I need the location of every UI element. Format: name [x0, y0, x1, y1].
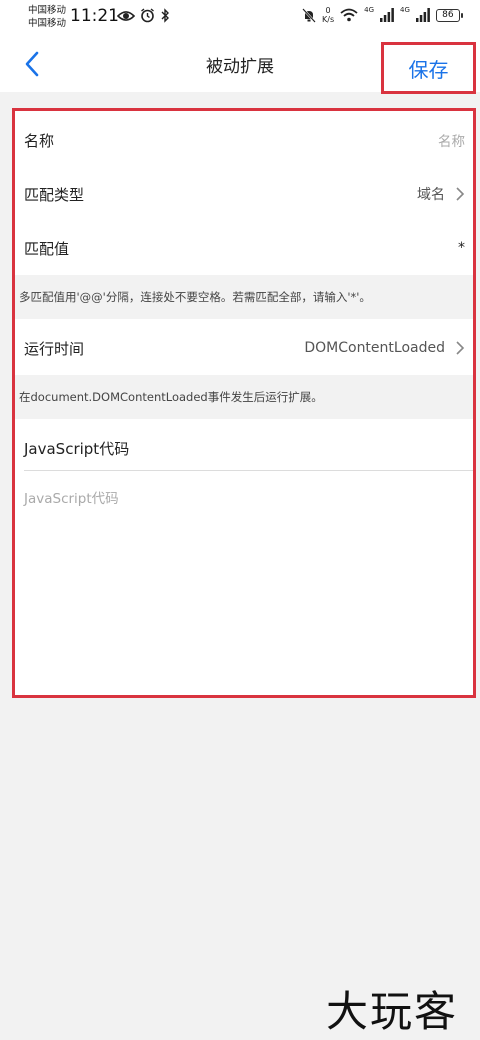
carrier-2: 中国移动	[28, 18, 67, 29]
wifi-icon	[340, 8, 358, 22]
eye-icon	[117, 10, 135, 21]
name-row[interactable]: 名称 名称	[15, 113, 473, 167]
status-right-icons: 0 K/s 4G 4G 86	[302, 6, 463, 24]
match-type-row[interactable]: 匹配类型 域名	[15, 167, 473, 221]
code-label: JavaScript代码	[24, 439, 130, 458]
match-type-value: 域名	[417, 187, 445, 203]
code-divider	[24, 470, 473, 471]
bell-off-icon	[302, 7, 316, 23]
run-at-row[interactable]: 运行时间 DOMContentLoaded	[15, 321, 473, 375]
signal-icon	[380, 8, 394, 22]
code-header-row: JavaScript代码	[15, 421, 473, 475]
net-speed: 0 K/s	[322, 6, 334, 24]
status-bar: 中国移动 中国移动 11:21 0 K/s 4G 4G 86	[0, 0, 480, 36]
sim-1-network: 4G	[364, 6, 374, 14]
match-type-selector[interactable]: 域名	[417, 184, 465, 204]
name-input[interactable]: 名称	[438, 130, 465, 150]
match-type-label: 匹配类型	[24, 185, 85, 204]
net-speed-value: 0	[325, 6, 331, 15]
match-value-row[interactable]: 匹配值 *	[15, 221, 473, 275]
status-left-icons	[117, 8, 170, 23]
run-at-label: 运行时间	[24, 339, 85, 358]
chevron-right-icon	[456, 341, 465, 355]
carrier-labels: 中国移动 中国移动	[28, 4, 66, 30]
match-hint: 多匹配值用'@@'分隔，连接处不要空格。若需匹配全部，请输入'*'。	[15, 275, 473, 319]
battery-icon: 86	[435, 8, 463, 22]
chevron-right-icon	[456, 187, 465, 201]
match-value-label: 匹配值	[24, 239, 70, 258]
carrier-1: 中国移动	[28, 5, 67, 16]
sim-2-network: 4G	[400, 6, 410, 14]
run-at-hint: 在document.DOMContentLoaded事件发生后运行扩展。	[15, 375, 473, 419]
app-header: 被动扩展 保存	[0, 36, 480, 94]
run-at-selector[interactable]: DOMContentLoaded	[304, 340, 465, 356]
extension-form: 名称 名称 匹配类型 域名 匹配值 * 多匹配值用'@@'分隔，连接处不要空格。…	[12, 108, 476, 698]
bluetooth-icon	[161, 8, 169, 23]
status-time: 11:21	[70, 6, 119, 26]
name-label: 名称	[24, 131, 55, 150]
net-speed-unit: K/s	[322, 15, 335, 24]
run-at-value: DOMContentLoaded	[304, 340, 445, 356]
signal-icon	[415, 8, 430, 22]
watermark: 大玩客	[326, 987, 459, 1036]
match-value-input[interactable]: *	[458, 240, 465, 256]
save-button[interactable]: 保存	[381, 42, 476, 94]
alarm-icon	[141, 8, 154, 23]
code-editor[interactable]: JavaScript代码	[24, 487, 119, 507]
